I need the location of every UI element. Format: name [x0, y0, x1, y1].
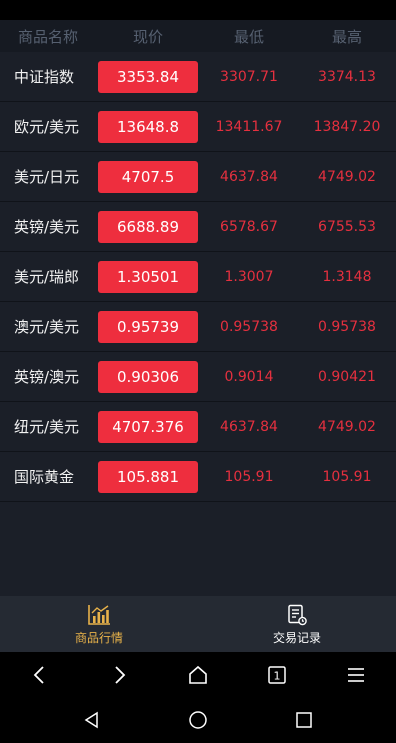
list-empty-area: [0, 502, 396, 596]
back-button[interactable]: [20, 655, 60, 695]
table-row[interactable]: 美元/瑞郎 1.30501 1.3007 1.3148: [0, 252, 396, 302]
system-recents-button[interactable]: [284, 700, 324, 740]
commodity-name: 欧元/美元: [14, 118, 80, 136]
low-value: 4637.84: [220, 418, 278, 435]
low-value: 105.91: [224, 468, 274, 485]
tab-count: 1: [274, 669, 281, 682]
price-button[interactable]: 0.90306: [98, 360, 198, 393]
low-value: 6578.67: [220, 218, 278, 235]
system-navigation-bar: [0, 697, 396, 743]
table-header: 商品名称 现价 最低 最高: [0, 20, 396, 52]
price-button[interactable]: 6688.89: [98, 210, 198, 243]
commodity-name: 纽元/美元: [14, 418, 80, 436]
commodity-name: 澳元/美元: [14, 318, 80, 336]
price-button[interactable]: 3353.84: [98, 60, 198, 93]
high-value: 4749.02: [318, 418, 376, 435]
tabs-icon: 1: [268, 665, 286, 684]
low-value: 0.95738: [220, 318, 278, 335]
price-button[interactable]: 4707.5: [98, 160, 198, 193]
system-home-button[interactable]: [178, 700, 218, 740]
table-row[interactable]: 欧元/美元 13648.8 13411.67 13847.20: [0, 102, 396, 152]
tab-market[interactable]: 商品行情: [0, 596, 198, 652]
table-row[interactable]: 澳元/美元 0.95739 0.95738 0.95738: [0, 302, 396, 352]
price-button[interactable]: 4707.376: [98, 410, 198, 443]
bottom-tab-bar: 商品行情 交易记录: [0, 596, 396, 652]
commodity-name: 美元/日元: [14, 168, 80, 186]
chevron-right-icon: [115, 665, 126, 684]
quote-list: 中证指数 3353.84 3307.71 3374.13 欧元/美元 13648…: [0, 52, 396, 502]
forward-button[interactable]: [99, 655, 139, 695]
chevron-left-icon: [33, 665, 44, 684]
circle-home-icon: [189, 711, 207, 729]
tab-records[interactable]: 交易记录: [198, 596, 396, 652]
tab-market-label: 商品行情: [74, 630, 123, 645]
price-button[interactable]: 1.30501: [98, 260, 198, 293]
table-row[interactable]: 纽元/美元 4707.376 4637.84 4749.02: [0, 402, 396, 452]
high-value: 4749.02: [318, 168, 376, 185]
square-recents-icon: [296, 712, 312, 728]
table-row[interactable]: 中证指数 3353.84 3307.71 3374.13: [0, 52, 396, 102]
header-name: 商品名称: [17, 27, 78, 46]
home-icon: [189, 665, 207, 684]
table-row[interactable]: 美元/日元 4707.5 4637.84 4749.02: [0, 152, 396, 202]
header-price: 现价: [132, 27, 163, 46]
high-value: 1.3148: [322, 268, 372, 285]
low-value: 4637.84: [220, 168, 278, 185]
high-value: 13847.20: [313, 118, 381, 135]
tabs-button[interactable]: 1: [257, 655, 297, 695]
low-value: 0.9014: [224, 368, 274, 385]
commodity-name: 英镑/美元: [14, 218, 80, 236]
menu-icon: [348, 667, 365, 682]
commodity-name: 国际黄金: [14, 468, 75, 486]
high-value: 6755.53: [318, 218, 376, 235]
document-icon: [284, 603, 310, 627]
table-row[interactable]: 国际黄金 105.881 105.91 105.91: [0, 452, 396, 502]
high-value: 3374.13: [318, 68, 376, 85]
system-back-button[interactable]: [72, 700, 112, 740]
price-button[interactable]: 0.95739: [98, 310, 198, 343]
tab-records-label: 交易记录: [272, 630, 321, 645]
commodity-name: 英镑/澳元: [14, 368, 80, 386]
commodity-name: 中证指数: [14, 68, 75, 86]
low-value: 3307.71: [220, 68, 278, 85]
price-button[interactable]: 105.881: [98, 460, 198, 493]
table-row[interactable]: 英镑/澳元 0.90306 0.9014 0.90421: [0, 352, 396, 402]
header-low: 最低: [233, 27, 264, 46]
high-value: 105.91: [322, 468, 372, 485]
table-row[interactable]: 英镑/美元 6688.89 6578.67 6755.53: [0, 202, 396, 252]
bar-chart-icon: [86, 603, 112, 627]
menu-button[interactable]: [336, 655, 376, 695]
triangle-back-icon: [84, 711, 98, 729]
high-value: 0.95738: [318, 318, 376, 335]
status-bar: [0, 0, 396, 20]
low-value: 1.3007: [224, 268, 274, 285]
commodity-name: 美元/瑞郎: [14, 268, 80, 286]
home-button[interactable]: [178, 655, 218, 695]
high-value: 0.90421: [318, 368, 376, 385]
browser-toolbar: 1: [0, 652, 396, 697]
header-high: 最高: [331, 27, 362, 46]
price-button[interactable]: 13648.8: [98, 110, 198, 143]
low-value: 13411.67: [215, 118, 283, 135]
